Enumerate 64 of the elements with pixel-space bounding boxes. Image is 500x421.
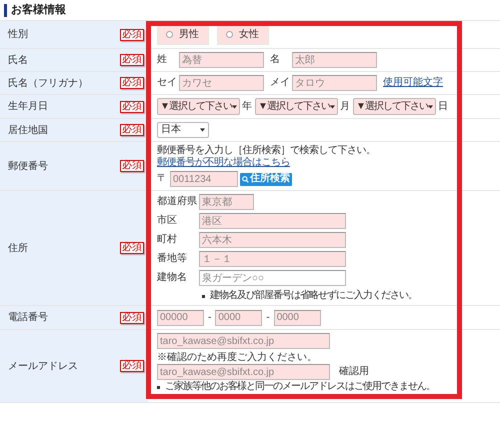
select-field[interactable]: 日本 <box>157 122 209 138</box>
text-field[interactable]: 六本木 <box>199 232 346 248</box>
caret-icon <box>200 128 205 132</box>
field-label: 番地等 <box>157 253 188 265</box>
field-label: 性別 <box>8 28 28 42</box>
instruction-text: 郵便番号を入力し［住所検索］で検索して下さい。 <box>157 145 376 156</box>
postal-code-field[interactable]: 0011234 <box>170 171 238 187</box>
bullet-icon <box>157 386 160 388</box>
text-field[interactable]: タロウ <box>292 75 377 91</box>
caret-icon <box>428 104 433 108</box>
radio-option[interactable]: 男性 <box>157 24 209 44</box>
note-text: ご家族等他のお客様と同一のメールアドレスはご使用できません。 <box>165 381 435 393</box>
search-icon <box>242 176 249 182</box>
select-field[interactable]: ▼選択して下さい <box>255 98 338 115</box>
field-label: 市区 <box>157 215 178 227</box>
field-label: メールアドレス <box>8 360 78 374</box>
field-label: 建物名 <box>157 272 188 284</box>
date-unit: 年 <box>242 100 252 112</box>
select-field[interactable]: ▼選択して下さい <box>353 98 436 115</box>
field-prefix: セイ <box>157 77 178 89</box>
text-field[interactable]: 泉ガーデン○○ <box>199 270 346 286</box>
field-prefix: メイ <box>270 77 291 89</box>
postal-mark: 〒 <box>157 173 167 185</box>
email-confirm-field[interactable]: taro_kawase@sbifxt.co.jp <box>157 364 330 380</box>
caret-icon <box>330 104 335 108</box>
text-field[interactable]: カワセ <box>179 75 264 91</box>
field-label: 生年月日 <box>8 100 48 114</box>
confirm-note: ※確認のため再度ご入力ください。 <box>157 352 318 364</box>
link[interactable]: 使用可能文字 <box>383 77 443 89</box>
radio-button[interactable] <box>226 31 233 38</box>
text-field[interactable]: 港区 <box>199 213 346 229</box>
date-unit: 日 <box>438 100 448 112</box>
separator: - <box>266 312 270 324</box>
field-label: 電話番号 <box>8 310 48 325</box>
field-label: 氏名 <box>8 54 28 68</box>
select-field[interactable]: ▼選択して下さい <box>157 98 240 115</box>
phone-field[interactable]: 0000 <box>215 310 262 326</box>
field-label: 氏名（フリガナ） <box>8 76 88 90</box>
link[interactable]: 郵便番号が不明な場合はこちら <box>157 157 290 169</box>
field-label: 居住地国 <box>8 124 48 138</box>
separator: - <box>208 312 212 324</box>
bullet-icon <box>202 294 205 298</box>
field-label: 郵便番号 <box>8 160 48 174</box>
date-unit: 月 <box>340 100 350 112</box>
section-title: お客様情報 <box>11 2 66 18</box>
field-label: 町村 <box>157 234 178 246</box>
note-text: 建物名及び部屋番号は省略せずにご入力ください。 <box>210 290 417 302</box>
field-label: 都道府県 <box>157 196 198 208</box>
option-label: 男性 <box>179 28 199 40</box>
phone-field[interactable]: 00000 <box>157 310 204 326</box>
caret-icon <box>232 104 237 108</box>
field-label: 住所 <box>8 242 28 256</box>
field-prefix: 名 <box>270 54 281 66</box>
radio-button[interactable] <box>166 31 173 38</box>
text-field[interactable]: １－１ <box>199 251 346 267</box>
field-prefix: 姓 <box>157 54 168 66</box>
text-field[interactable]: 太郎 <box>292 52 377 68</box>
field-suffix: 確認用 <box>339 366 369 378</box>
radio-option[interactable]: 女性 <box>217 24 269 44</box>
option-label: 女性 <box>239 28 259 40</box>
email-field[interactable]: taro_kawase@sbifxt.co.jp <box>157 333 330 349</box>
phone-field[interactable]: 0000 <box>274 310 321 326</box>
text-field[interactable]: 東京都 <box>199 194 254 210</box>
text-field[interactable]: 為替 <box>179 52 264 68</box>
